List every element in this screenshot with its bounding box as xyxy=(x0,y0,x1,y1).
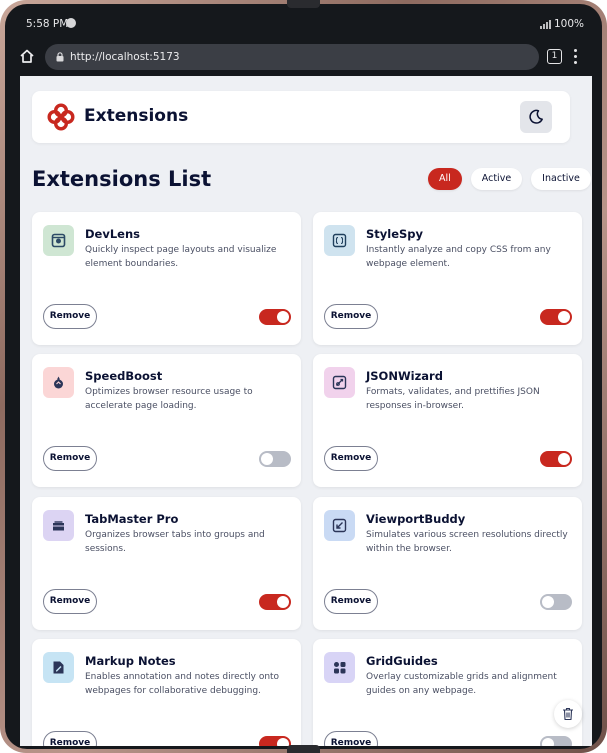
extension-card-viewportbuddy: ViewportBuddy Simulates various screen r… xyxy=(313,497,582,630)
toggle-knob xyxy=(542,738,554,746)
extension-name: GridGuides xyxy=(366,654,438,668)
remove-button[interactable]: Remove xyxy=(324,731,378,746)
remove-button[interactable]: Remove xyxy=(43,446,97,471)
speedboost-icon xyxy=(43,367,74,398)
device-screen: 5:58 PM 100% http://localhost:5173 1 Ext… xyxy=(5,4,602,749)
extension-description: Simulates various screen resolutions dir… xyxy=(366,530,568,554)
enable-toggle[interactable] xyxy=(540,451,572,467)
extension-card-tabmaster-pro: TabMaster Pro Organizes browser tabs int… xyxy=(32,497,301,630)
extension-description: Enables annotation and notes directly on… xyxy=(85,672,280,696)
remove-button[interactable]: Remove xyxy=(43,731,97,746)
theme-toggle-button[interactable] xyxy=(520,101,552,133)
extension-card-jsonwizard: JSONWizard Formats, validates, and prett… xyxy=(313,354,582,487)
trash-button[interactable] xyxy=(554,700,582,728)
notification-icon xyxy=(66,18,76,28)
enable-toggle[interactable] xyxy=(259,451,291,467)
viewport-icon xyxy=(324,510,355,541)
extension-description: Overlay customizable grids and alignment… xyxy=(366,672,557,696)
remove-button[interactable]: Remove xyxy=(324,589,378,614)
address-bar[interactable]: http://localhost:5173 xyxy=(45,44,539,70)
hinge-bottom xyxy=(287,745,320,753)
remove-button[interactable]: Remove xyxy=(324,446,378,471)
app-header: Extensions xyxy=(32,91,570,143)
extension-card-devlens: DevLens Quickly inspect page layouts and… xyxy=(32,212,301,345)
app-title: Extensions xyxy=(84,106,189,126)
enable-toggle[interactable] xyxy=(540,309,572,325)
toggle-knob xyxy=(261,453,273,465)
enable-toggle[interactable] xyxy=(540,736,572,746)
page-title: Extensions List xyxy=(32,167,212,191)
remove-button[interactable]: Remove xyxy=(324,304,378,329)
hinge-top xyxy=(287,0,320,8)
devlens-icon xyxy=(43,225,74,256)
toggle-knob xyxy=(542,596,554,608)
home-icon[interactable] xyxy=(19,48,35,64)
enable-toggle[interactable] xyxy=(259,309,291,325)
enable-toggle[interactable] xyxy=(540,594,572,610)
url-text: http://localhost:5173 xyxy=(70,51,180,63)
extension-card-stylespy: StyleSpy Instantly analyze and copy CSS … xyxy=(313,212,582,345)
signal-icon xyxy=(539,19,551,29)
extension-description: Organizes browser tabs into groups and s… xyxy=(85,530,265,554)
remove-button[interactable]: Remove xyxy=(43,589,97,614)
extension-name: TabMaster Pro xyxy=(85,512,179,526)
gridguides-icon xyxy=(324,652,355,683)
logo-icon xyxy=(47,103,75,131)
extension-card-gridguides: GridGuides Overlay customizable grids an… xyxy=(313,639,582,746)
menu-icon[interactable] xyxy=(574,49,578,65)
extension-name: SpeedBoost xyxy=(85,369,163,383)
device-frame: 5:58 PM 100% http://localhost:5173 1 Ext… xyxy=(0,0,607,753)
extension-description: Instantly analyze and copy CSS from any … xyxy=(366,245,551,269)
markup-notes-icon xyxy=(43,652,74,683)
toggle-knob xyxy=(277,738,289,746)
trash-icon xyxy=(563,707,573,721)
filter-inactive[interactable]: Inactive xyxy=(531,168,591,190)
extension-card-markup-notes: Markup Notes Enables annotation and note… xyxy=(32,639,301,746)
remove-button[interactable]: Remove xyxy=(43,304,97,329)
tabmaster-icon xyxy=(43,510,74,541)
web-viewport: Extensions Extensions List All Active In… xyxy=(20,76,592,746)
extension-description: Formats, validates, and prettifies JSON … xyxy=(366,387,540,411)
enable-toggle[interactable] xyxy=(259,594,291,610)
filter-group: All Active Inactive xyxy=(428,168,591,190)
extension-description: Optimizes browser resource usage to acce… xyxy=(85,387,253,411)
extension-name: StyleSpy xyxy=(366,227,424,241)
toggle-knob xyxy=(277,596,289,608)
extension-name: ViewportBuddy xyxy=(366,512,466,526)
filter-active[interactable]: Active xyxy=(470,168,523,190)
stylespy-icon xyxy=(324,225,355,256)
browser-toolbar: http://localhost:5173 1 xyxy=(5,40,602,74)
extension-name: DevLens xyxy=(85,227,141,241)
status-bar: 5:58 PM 100% xyxy=(5,4,602,40)
tab-switcher-button[interactable]: 1 xyxy=(547,49,562,64)
status-right: 100% xyxy=(539,18,584,30)
jsonwizard-icon xyxy=(324,367,355,398)
toggle-knob xyxy=(558,311,570,323)
extension-description: Quickly inspect page layouts and visuali… xyxy=(85,245,277,269)
enable-toggle[interactable] xyxy=(259,736,291,746)
toggle-knob xyxy=(558,453,570,465)
battery-level: 100% xyxy=(553,18,584,30)
toggle-knob xyxy=(277,311,289,323)
moon-icon xyxy=(529,109,543,124)
extension-name: JSONWizard xyxy=(366,369,443,383)
lock-icon xyxy=(56,52,64,62)
status-time: 5:58 PM xyxy=(26,18,69,30)
extension-name: Markup Notes xyxy=(85,654,176,668)
filter-all[interactable]: All xyxy=(428,168,462,190)
extension-card-speedboost: SpeedBoost Optimizes browser resource us… xyxy=(32,354,301,487)
